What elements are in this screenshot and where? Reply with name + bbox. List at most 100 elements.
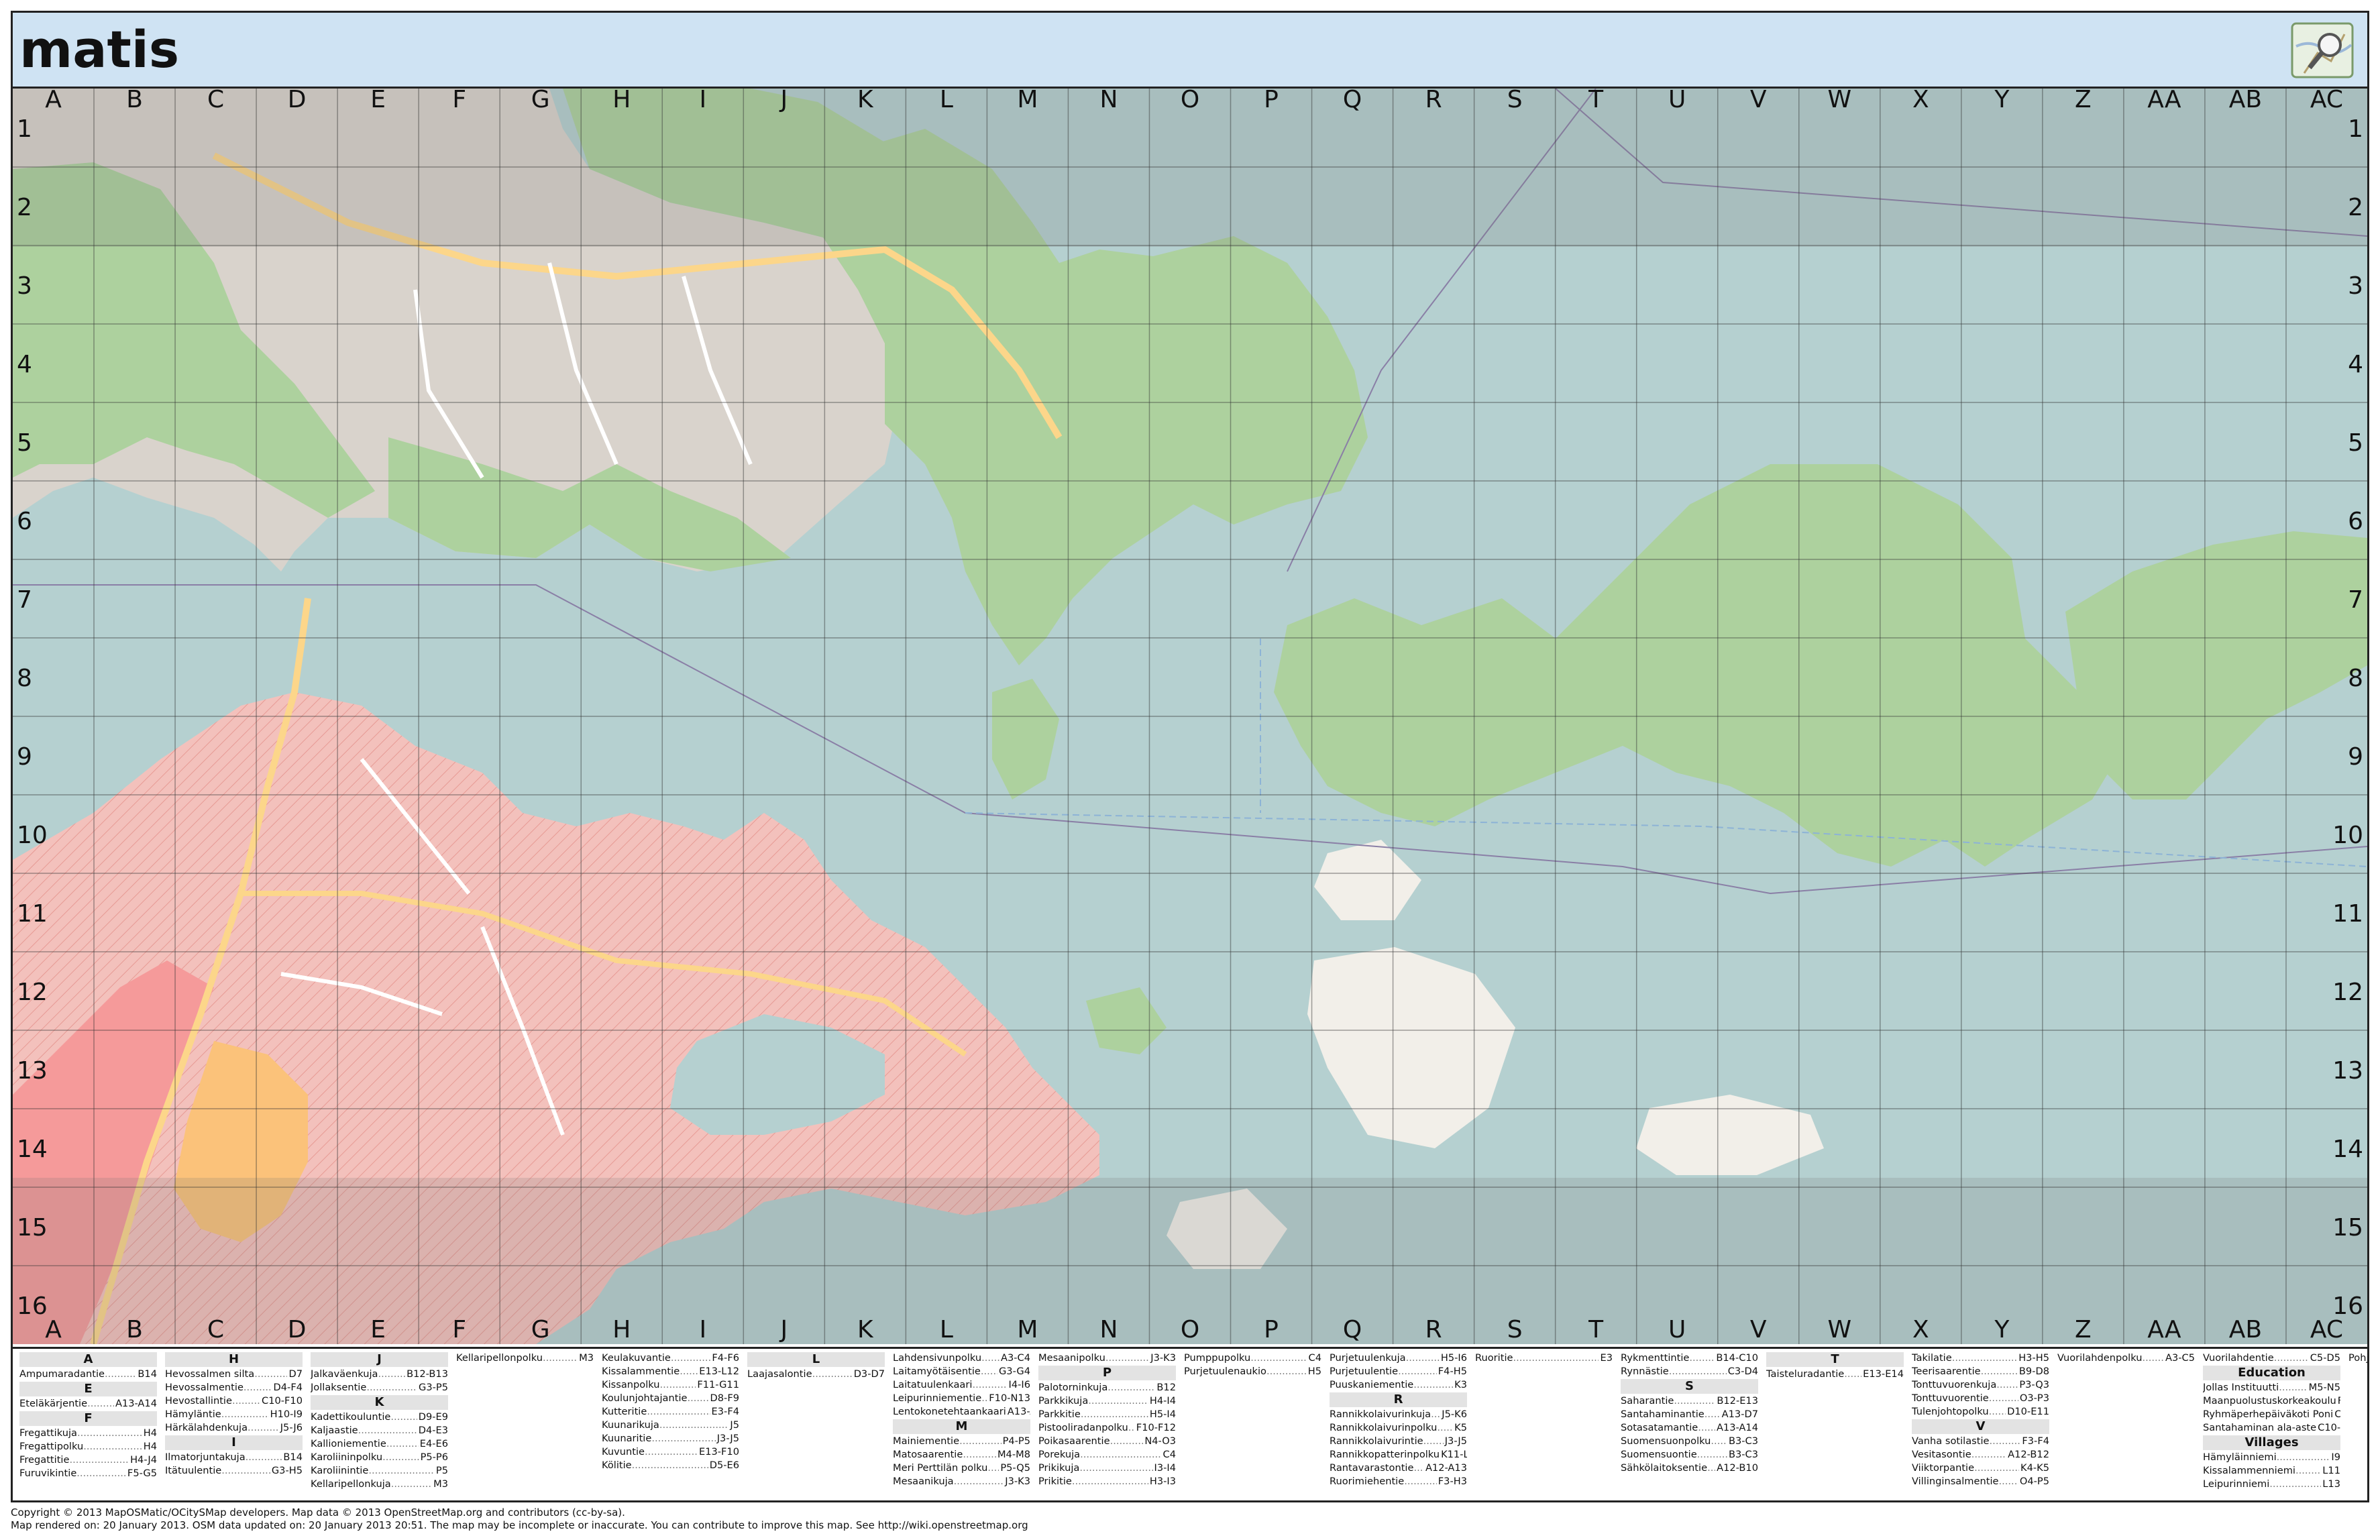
- index-entry[interactable]: Rannikkolaivurinkuja J5-K6: [1330, 1408, 1467, 1421]
- index-entry[interactable]: Rynnästie C3-D4: [1621, 1365, 1758, 1378]
- index-entry[interactable]: Viiktorpantie K4-K5: [1912, 1462, 2049, 1475]
- index-entry[interactable]: Furuvikintie F5-G5: [19, 1467, 157, 1480]
- index-entry[interactable]: Rykmenttintie B14-C10: [1621, 1352, 1758, 1365]
- index-entry[interactable]: Vanha sotilastie F3-F4: [1912, 1435, 2049, 1448]
- index-entry[interactable]: Kellaripellonkuja M3: [311, 1478, 448, 1491]
- index-entry[interactable]: Prikitie H3-I3: [1038, 1475, 1176, 1488]
- index-entry[interactable]: Eteläkärjentie A13-A14: [19, 1397, 157, 1411]
- index-entry[interactable]: Jalkaväenkuja B12-B13: [311, 1368, 448, 1381]
- index-entry[interactable]: Sotasatamantie A13-A14: [1621, 1421, 1758, 1435]
- index-entry[interactable]: Laitatuulenkaari I4-I6: [893, 1378, 1030, 1392]
- index-entry[interactable]: Laitamyötäisentie G3-G4: [893, 1365, 1030, 1378]
- index-entry[interactable]: Laajasalontie D3-D7: [747, 1368, 885, 1381]
- index-entry[interactable]: Pistooliradanpolku F10-F12: [1038, 1421, 1176, 1435]
- index-entry-name: Kellaripellonpolku: [456, 1352, 543, 1364]
- index-entry[interactable]: Ampumaradantie B14: [19, 1368, 157, 1381]
- index-entry[interactable]: Palotorninkuja B12: [1038, 1381, 1176, 1394]
- index-entry[interactable]: Hämyläntie H10-I9: [165, 1408, 303, 1421]
- map-svg[interactable]: AABBCCDDEEFFGGHHIIJJKKLLMMNNOOPPQQRRSSTT…: [13, 89, 2367, 1344]
- index-entry[interactable]: Itätuulentie G3-H5: [165, 1464, 303, 1478]
- index-entry[interactable]: Poikasaarentie N4-O3: [1038, 1435, 1176, 1448]
- index-entry[interactable]: Suomensuonpolku B3-C3: [1621, 1435, 1758, 1448]
- index-entry[interactable]: Parkkitie H5-I4: [1038, 1408, 1176, 1421]
- grid-row-label: 15: [2332, 1214, 2363, 1242]
- index-entry-ref: A12-A13: [1425, 1462, 1467, 1474]
- index-entry[interactable]: Ruorimiehentie F3-H3: [1330, 1475, 1467, 1488]
- index-entry[interactable]: Kuunaritie J3-J5: [602, 1432, 739, 1445]
- index-leader-dots: [963, 1448, 996, 1462]
- index-entry[interactable]: Purjetuulentie F4-H5: [1330, 1365, 1467, 1378]
- index-entry[interactable]: Hevossalmen silta D7: [165, 1368, 303, 1381]
- index-entry[interactable]: Puuskaniementie K3: [1330, 1378, 1467, 1392]
- index-entry[interactable]: Prikikuja I3-I4: [1038, 1462, 1176, 1475]
- index-entry[interactable]: Takilatie H3-H5: [1912, 1352, 2049, 1365]
- index-entry[interactable]: Rantavarastontie A12-A13: [1330, 1462, 1467, 1475]
- index-entry[interactable]: Jollas Instituutti M5-N5: [2203, 1381, 2340, 1394]
- index-entry[interactable]: Kellaripellonpolku M3: [456, 1352, 594, 1365]
- index-entry[interactable]: Tonttuvuorenkuja P3-Q3: [1912, 1378, 2049, 1392]
- index-entry[interactable]: Pumppupolku C4: [1184, 1352, 1321, 1365]
- index-entry[interactable]: Matosaarentie M4-M8: [893, 1448, 1030, 1462]
- index-entry[interactable]: Porekuja C4: [1038, 1448, 1176, 1462]
- index-entry[interactable]: Kallioniementie E4-E6: [311, 1437, 448, 1451]
- index-entry[interactable]: Rannikkolaivurintie J3-J5: [1330, 1435, 1467, 1448]
- index-entry[interactable]: Kissalammentie E13-L12: [602, 1365, 739, 1378]
- index-entry[interactable]: RannikkopatterinpolkuK11-L11: [1330, 1448, 1467, 1462]
- index-entry[interactable]: Lahdensivunpolku A3-C4: [893, 1352, 1030, 1365]
- index-entry[interactable]: Karoliinintie P5: [311, 1464, 448, 1478]
- index-entry[interactable]: Ruoritie E3: [1475, 1352, 1613, 1365]
- index-entry[interactable]: Vesitasontie A12-B12: [1912, 1448, 2049, 1462]
- index-entry[interactable]: Kölitie D5-E6: [602, 1459, 739, 1472]
- index-entry-ref: A13-A14: [1716, 1422, 1758, 1433]
- index-entry[interactable]: Karoliininpolku P5-P6: [311, 1451, 448, 1464]
- index-entry[interactable]: Fregattitie H4-J4: [19, 1453, 157, 1467]
- index-entry[interactable]: Suomensuontie B3-C3: [1621, 1448, 1758, 1462]
- index-entry[interactable]: Koulunjohtajantie D8-F9: [602, 1392, 739, 1405]
- index-entry[interactable]: Kuvuntie E13-F10: [602, 1445, 739, 1459]
- index-entry[interactable]: Leipurinniemi L13: [2203, 1478, 2340, 1491]
- index-entry[interactable]: Tonttuvuorentie O3-P3: [1912, 1392, 2049, 1405]
- index-entry[interactable]: Sähkölaitoksentie A12-B10: [1621, 1462, 1758, 1475]
- index-entry[interactable]: Saharantie B12-E13: [1621, 1394, 1758, 1408]
- index-entry[interactable]: Kissanpolku F11-G11: [602, 1378, 739, 1392]
- index-entry[interactable]: Mesaanipolku J3-K3: [1038, 1352, 1176, 1365]
- index-entry[interactable]: Parkkikuja H4-I4: [1038, 1394, 1176, 1408]
- index-entry[interactable]: Tulenjohtopolku D10-E11: [1912, 1405, 2049, 1419]
- index-entry[interactable]: Villinginsalmentie O4-P5: [1912, 1475, 2049, 1488]
- index-entry[interactable]: Meri Perttilän polku P5-Q5: [893, 1462, 1030, 1475]
- index-entry[interactable]: Kuunarikuja J5: [602, 1419, 739, 1432]
- index-entry[interactable]: Mainiementie P4-P5: [893, 1435, 1030, 1448]
- index-entry[interactable]: Teerisaarentie B9-D8: [1912, 1365, 2049, 1378]
- index-entry[interactable]: Vuorilahdenpolku A3-C5: [2057, 1352, 2195, 1365]
- index-entry[interactable]: Ryhmäperhepäiväkoti PoniC3: [2203, 1408, 2340, 1421]
- index-entry[interactable]: Purjetuulenaukio H5: [1184, 1365, 1321, 1378]
- index-entry[interactable]: Ilmatorjuntakuja B14: [165, 1451, 303, 1464]
- index-entry[interactable]: Rannikkolaivurinpolku K5: [1330, 1421, 1467, 1435]
- index-entry[interactable]: LentokonetehtaankaariA13-A14: [893, 1405, 1030, 1419]
- index-leader-dots: [1404, 1475, 1437, 1488]
- index-entry[interactable]: Fregattikuja H4: [19, 1427, 157, 1440]
- index-entry[interactable]: Kissalammenniemi L11: [2203, 1464, 2340, 1478]
- index-entry[interactable]: Mesaanikuja J3-K3: [893, 1475, 1030, 1488]
- index-entry[interactable]: Hevossalmentie D4-F4: [165, 1381, 303, 1394]
- map-canvas[interactable]: AABBCCDDEEFFGGHHIIJJKKLLMMNNOOPPQQRRSSTT…: [13, 89, 2367, 1344]
- index-entry[interactable]: Härkälahdenkuja J5-J6: [165, 1421, 303, 1435]
- index-leader-dots: [687, 1392, 708, 1405]
- index-entry[interactable]: Hämyläinniemi I9: [2203, 1451, 2340, 1464]
- index-entry-name: Karoliininpolku: [311, 1451, 383, 1463]
- index-entry[interactable]: Jollaksentie G3-P5: [311, 1381, 448, 1394]
- index-entry[interactable]: Kadettikouluntie D9-E9: [311, 1411, 448, 1424]
- index-entry[interactable]: Keulakuvantie F4-F6: [602, 1352, 739, 1365]
- index-entry[interactable]: Santahaminan ala-asteC10-C9: [2203, 1421, 2340, 1435]
- index-entry[interactable]: Leipurinniementie F10-N13: [893, 1392, 1030, 1405]
- index-entry[interactable]: Taisteluradantie E13-E14: [1766, 1368, 1904, 1381]
- index-entry[interactable]: Santahaminantie A13-D7: [1621, 1408, 1758, 1421]
- index-entry[interactable]: Purjetuulenkuja H5-I6: [1330, 1352, 1467, 1365]
- index-entry[interactable]: Fregattipolku H4: [19, 1440, 157, 1453]
- index-entry[interactable]: PohjoisniemiE8: [2348, 1352, 2367, 1365]
- index-entry[interactable]: Kutteritie E3-F4: [602, 1405, 739, 1419]
- index-entry[interactable]: Kaljaastie D4-E3: [311, 1424, 448, 1437]
- index-entry[interactable]: MaanpuolustuskorkeakouluF9: [2203, 1394, 2340, 1408]
- index-entry[interactable]: Hevostallintie C10-F10: [165, 1394, 303, 1408]
- index-entry[interactable]: Vuorilahdentie C5-D5: [2203, 1352, 2340, 1365]
